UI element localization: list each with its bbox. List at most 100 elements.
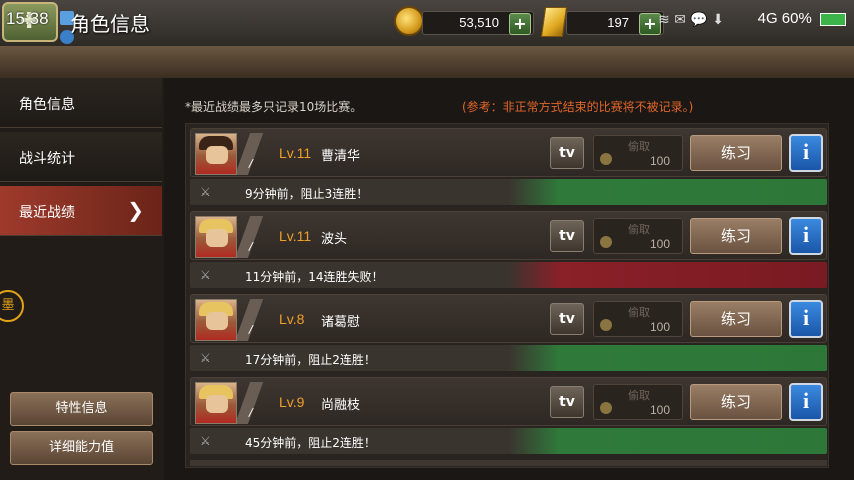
sword-icon: ⚔ — [200, 185, 211, 199]
sidebar: 角色信息 战斗统计 最近战绩 ❯ 墨 特性信息 详细能力值 — [0, 78, 164, 480]
wifi-icon: ≋ — [658, 12, 670, 28]
header-banner — [0, 46, 854, 78]
steal-value: 100 — [649, 320, 670, 334]
replay-button[interactable]: tv — [550, 137, 584, 169]
player-level: Lv.8 — [279, 311, 305, 327]
list-item: / Lv.8 诸葛慰 tv 偷取 100 练习 i ⚔ 17分钟前，阻止2连胜！ — [190, 294, 827, 372]
practice-button[interactable]: 练习 — [690, 135, 782, 171]
list-item-partial — [190, 460, 827, 466]
sword-icon: ⚔ — [200, 434, 211, 448]
steal-value: 100 — [649, 154, 670, 168]
mail-icon[interactable]: ✉ — [674, 12, 686, 28]
result-text: 45分钟前，阻止2连胜！ — [245, 436, 376, 450]
coin-counter: 53,510 + — [422, 11, 534, 35]
system-icons: ≋ ✉ 💬 ⬇ — [658, 12, 724, 28]
record-result-bar: ⚔ 9分钟前，阻止3连胜！ — [190, 179, 827, 205]
record-header: / Lv.11 波头 tv 偷取 100 练习 i — [190, 211, 827, 260]
page-title: 角色信息 — [70, 12, 150, 36]
steal-label: 偷取 — [628, 306, 650, 319]
emblem-icon: 墨 — [0, 290, 24, 322]
list-item: / Lv.11 波头 tv 偷取 100 练习 i ⚔ 11分钟前，14连胜失败… — [190, 211, 827, 289]
steal-label: 偷取 — [628, 223, 650, 236]
list-item: / Lv.9 尚融枝 tv 偷取 100 练习 i ⚔ 45分钟前，阻止2连胜！ — [190, 377, 827, 455]
network-type: 4G — [757, 10, 778, 27]
player-level: Lv.11 — [279, 145, 312, 161]
sidebar-item-label: 最近战绩 — [19, 205, 75, 221]
gold-counter: 197 + — [566, 11, 664, 35]
clock: 15:38 — [6, 9, 49, 28]
practice-button[interactable]: 练习 — [690, 384, 782, 420]
player-avatar[interactable] — [195, 216, 237, 258]
sword-icon: ⚔ — [200, 351, 211, 365]
steal-box: 偷取 100 — [593, 384, 683, 420]
practice-button[interactable]: 练习 — [690, 218, 782, 254]
replay-button[interactable]: tv — [550, 386, 584, 418]
battery-icon — [820, 12, 846, 26]
add-coins-button[interactable]: + — [509, 13, 531, 35]
steal-box: 偷取 100 — [593, 218, 683, 254]
replay-button[interactable]: tv — [550, 220, 584, 252]
info-button[interactable]: i — [789, 300, 823, 338]
info-button[interactable]: i — [789, 217, 823, 255]
download-arrow-icon[interactable]: ⬇ — [712, 12, 724, 28]
list-item: / Lv.11 曹清华 tv 偷取 100 练习 i ⚔ 9分钟前，阻止3连胜！ — [190, 128, 827, 206]
practice-button[interactable]: 练习 — [690, 301, 782, 337]
player-avatar[interactable] — [195, 382, 237, 424]
header: ✚ 15:38 角色信息 53,510 + 197 + ≋ ✉ 💬 ⬇ 4G 6… — [0, 0, 854, 46]
player-name: 波头 — [321, 232, 348, 247]
chat-icon[interactable]: 💬 — [690, 12, 707, 28]
record-warning-note: (参考：非正常方式结束的比赛将不被记录。) — [462, 100, 694, 114]
player-level: Lv.11 — [279, 228, 312, 244]
player-avatar[interactable] — [195, 299, 237, 341]
rank-icon: / — [237, 382, 265, 424]
steal-value: 100 — [649, 403, 670, 417]
gold-bar-icon — [540, 7, 568, 37]
rank-icon: / — [237, 216, 265, 258]
steal-box: 偷取 100 — [593, 135, 683, 171]
record-result-bar: ⚔ 45分钟前，阻止2连胜！ — [190, 428, 827, 454]
steal-label: 偷取 — [628, 389, 650, 402]
player-name: 曹清华 — [321, 149, 361, 164]
record-result-bar: ⚔ 17分钟前，阻止2连胜！ — [190, 345, 827, 371]
coin-value: 53,510 — [459, 15, 499, 30]
coin-icon — [600, 319, 612, 331]
rank-icon: / — [237, 133, 265, 175]
gold-value: 197 — [607, 15, 629, 30]
result-text: 17分钟前，阻止2连胜！ — [245, 353, 376, 367]
system-status: 4G 60% — [758, 10, 846, 27]
coin-icon — [600, 402, 612, 414]
sidebar-item-label: 角色信息 — [19, 97, 75, 113]
result-text: 9分钟前，阻止3连胜！ — [245, 187, 369, 201]
steal-value: 100 — [649, 237, 670, 251]
steal-label: 偷取 — [628, 140, 650, 153]
record-header: / Lv.11 曹清华 tv 偷取 100 练习 i — [190, 128, 827, 177]
player-name: 尚融枝 — [321, 398, 361, 413]
info-button[interactable]: i — [789, 383, 823, 421]
coin-icon — [600, 153, 612, 165]
traits-info-button[interactable]: 特性信息 — [10, 392, 153, 426]
record-header: / Lv.9 尚融枝 tv 偷取 100 练习 i — [190, 377, 827, 426]
result-text: 11分钟前，14连胜失败！ — [245, 270, 384, 284]
sword-icon: ⚔ — [200, 268, 211, 282]
sidebar-item-recent-records[interactable]: 最近战绩 ❯ — [0, 186, 162, 236]
battery-percent: 60% — [781, 10, 812, 27]
main-panel: *最近战绩最多只记录10场比赛。 (参考：非正常方式结束的比赛将不被记录。) /… — [164, 78, 854, 480]
sidebar-item-battle-stats[interactable]: 战斗统计 — [0, 132, 162, 182]
rank-icon: / — [237, 299, 265, 341]
record-limit-note: *最近战绩最多只记录10场比赛。 — [185, 100, 363, 114]
chevron-right-icon: ❯ — [127, 198, 144, 222]
sidebar-item-character-info[interactable]: 角色信息 — [0, 78, 162, 128]
replay-button[interactable]: tv — [550, 303, 584, 335]
sidebar-item-label: 战斗统计 — [19, 151, 75, 167]
player-avatar[interactable] — [195, 133, 237, 175]
record-list[interactable]: / Lv.11 曹清华 tv 偷取 100 练习 i ⚔ 9分钟前，阻止3连胜！ — [185, 123, 829, 468]
record-result-bar: ⚔ 11分钟前，14连胜失败！ — [190, 262, 827, 288]
coin-icon — [600, 236, 612, 248]
coin-icon — [394, 6, 424, 36]
detailed-stats-button[interactable]: 详细能力值 — [10, 431, 153, 465]
player-name: 诸葛慰 — [321, 315, 361, 330]
record-header: / Lv.8 诸葛慰 tv 偷取 100 练习 i — [190, 294, 827, 343]
info-button[interactable]: i — [789, 134, 823, 172]
player-level: Lv.9 — [279, 394, 305, 410]
steal-box: 偷取 100 — [593, 301, 683, 337]
